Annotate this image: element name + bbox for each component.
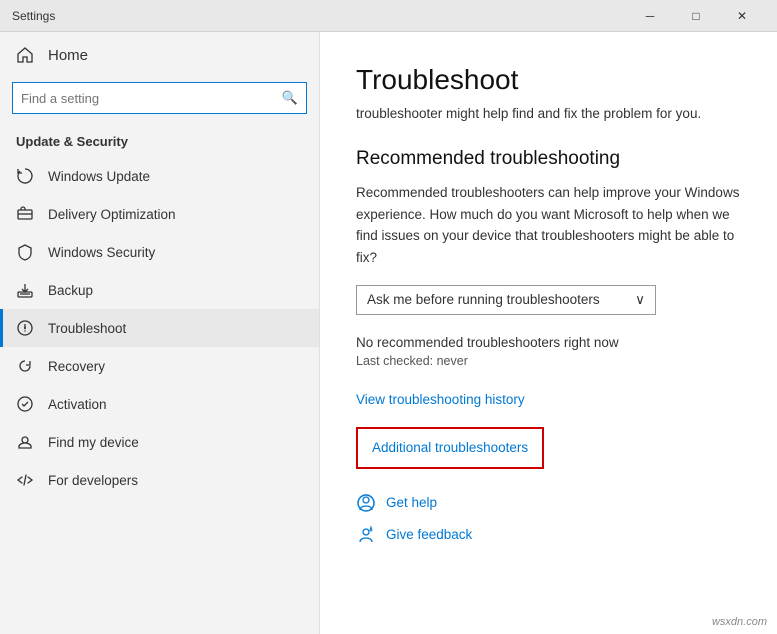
- search-input[interactable]: [21, 91, 282, 106]
- activation-icon: [16, 395, 34, 413]
- sidebar-item-label: Delivery Optimization: [48, 207, 176, 222]
- sidebar-item-backup[interactable]: Backup: [0, 271, 319, 309]
- sidebar-item-windows-update[interactable]: Windows Update: [0, 157, 319, 195]
- main-panel: Troubleshoot troubleshooter might help f…: [320, 32, 777, 634]
- sidebar: Home 🔍 Update & Security Windows Update: [0, 32, 320, 634]
- give-feedback-item[interactable]: Give feedback: [356, 525, 741, 545]
- sidebar-item-label: Recovery: [48, 359, 105, 374]
- sidebar-item-for-developers[interactable]: For developers: [0, 461, 319, 499]
- give-feedback-icon: [356, 525, 376, 545]
- chevron-down-icon: ∨: [635, 292, 645, 308]
- sidebar-item-windows-security[interactable]: Windows Security: [0, 233, 319, 271]
- sidebar-home-label: Home: [48, 47, 88, 64]
- home-icon: [16, 46, 34, 64]
- sidebar-item-recovery[interactable]: Recovery: [0, 347, 319, 385]
- security-icon: [16, 243, 34, 261]
- sidebar-item-label: Windows Update: [48, 169, 150, 184]
- additional-troubleshooters-box: Additional troubleshooters: [356, 427, 544, 469]
- recommended-desc: Recommended troubleshooters can help imp…: [356, 182, 741, 268]
- sidebar-item-home[interactable]: Home: [0, 32, 319, 78]
- last-checked-text: Last checked: never: [356, 354, 741, 368]
- sidebar-item-label: Troubleshoot: [48, 321, 126, 336]
- find-icon: [16, 433, 34, 451]
- title-bar: Settings ─ □ ✕: [0, 0, 777, 32]
- delivery-icon: [16, 205, 34, 223]
- app-body: Home 🔍 Update & Security Windows Update: [0, 32, 777, 634]
- sidebar-item-label: Backup: [48, 283, 93, 298]
- get-help-icon: [356, 493, 376, 513]
- minimize-button[interactable]: ─: [627, 0, 673, 32]
- maximize-button[interactable]: □: [673, 0, 719, 32]
- recommended-section-title: Recommended troubleshooting: [356, 148, 741, 170]
- page-title: Troubleshoot: [356, 64, 741, 96]
- search-icon: 🔍: [282, 90, 298, 106]
- get-help-label: Get help: [386, 495, 437, 510]
- dropdown-value: Ask me before running troubleshooters: [367, 292, 600, 307]
- close-button[interactable]: ✕: [719, 0, 765, 32]
- watermark: wsxdn.com: [712, 616, 767, 628]
- backup-icon: [16, 281, 34, 299]
- title-bar-controls: ─ □ ✕: [627, 0, 765, 32]
- get-help-item[interactable]: Get help: [356, 493, 741, 513]
- search-box[interactable]: 🔍: [12, 82, 307, 114]
- update-icon: [16, 167, 34, 185]
- dev-icon: [16, 471, 34, 489]
- section-label: Update & Security: [0, 126, 319, 157]
- sidebar-item-label: Windows Security: [48, 245, 155, 260]
- no-troubleshooters-text: No recommended troubleshooters right now: [356, 335, 741, 350]
- sidebar-item-label: Activation: [48, 397, 107, 412]
- sidebar-item-activation[interactable]: Activation: [0, 385, 319, 423]
- troubleshoot-icon: [16, 319, 34, 337]
- view-history-link[interactable]: View troubleshooting history: [356, 392, 741, 407]
- page-subtitle: troubleshooter might help find and fix t…: [356, 104, 741, 124]
- sidebar-item-troubleshoot[interactable]: Troubleshoot: [0, 309, 319, 347]
- additional-troubleshooters-link[interactable]: Additional troubleshooters: [372, 440, 528, 455]
- sidebar-item-delivery-optimization[interactable]: Delivery Optimization: [0, 195, 319, 233]
- title-bar-title: Settings: [12, 9, 627, 23]
- help-section: Get help Give feedback: [356, 493, 741, 545]
- sidebar-item-find-my-device[interactable]: Find my device: [0, 423, 319, 461]
- give-feedback-label: Give feedback: [386, 527, 472, 542]
- sidebar-item-label: Find my device: [48, 435, 139, 450]
- troubleshooter-dropdown[interactable]: Ask me before running troubleshooters ∨: [356, 285, 656, 315]
- sidebar-item-label: For developers: [48, 473, 138, 488]
- recovery-icon: [16, 357, 34, 375]
